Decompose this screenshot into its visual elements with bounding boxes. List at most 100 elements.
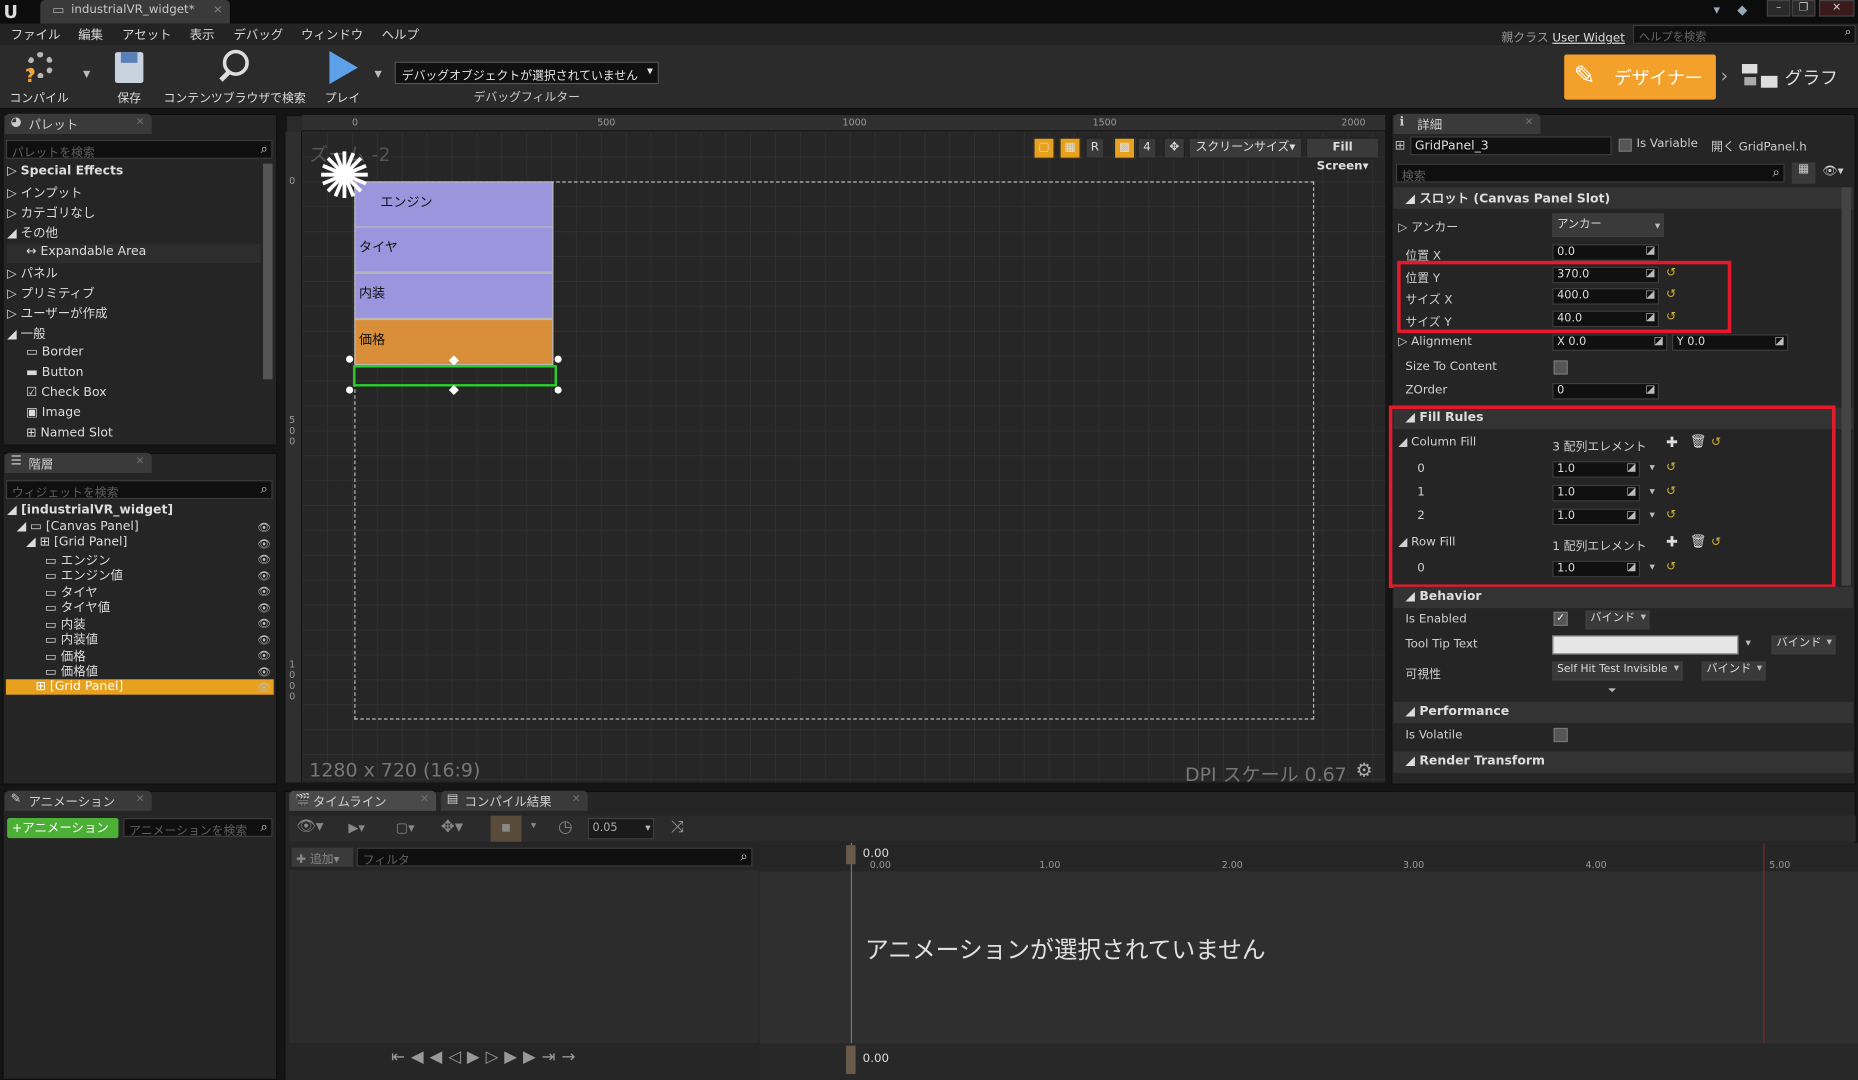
menu-file[interactable]: ファイル bbox=[11, 26, 61, 44]
tooltip-input[interactable] bbox=[1552, 635, 1739, 655]
feedback-icon[interactable]: ◆ bbox=[1737, 2, 1747, 17]
save-button[interactable]: 保存 bbox=[107, 47, 152, 106]
camera-options-icon[interactable]: ▢▾ bbox=[396, 820, 415, 835]
palette-category-input[interactable]: ▷ インプット bbox=[7, 184, 82, 203]
palette-category-user-created[interactable]: ▷ ユーザーが作成 bbox=[7, 305, 107, 324]
snap-options-chevron-icon[interactable]: ▾ bbox=[531, 820, 536, 832]
palette-category-common[interactable]: ◢ 一般 bbox=[7, 325, 45, 344]
details-tab[interactable]: ℹ 詳細 × bbox=[1393, 113, 1541, 134]
resize-handle[interactable] bbox=[554, 355, 562, 363]
animation-search-input[interactable]: アニメーションを検索 ⌕ bbox=[123, 817, 273, 838]
time-step-select[interactable]: 0.05 ▾ bbox=[587, 817, 655, 840]
close-tab-icon[interactable]: × bbox=[136, 793, 145, 805]
menu-debug[interactable]: デバッグ bbox=[233, 26, 283, 44]
minimize-button[interactable]: – bbox=[1766, 0, 1791, 17]
graph-mode-button[interactable]: グラフ bbox=[1737, 55, 1856, 100]
size-to-content-checkbox[interactable] bbox=[1553, 360, 1568, 375]
alignment-y-field[interactable]: Y 0.0 ◪ bbox=[1672, 334, 1789, 351]
view-options-eye-icon[interactable]: 👁▾ bbox=[1823, 165, 1844, 178]
render-transform-section-header[interactable]: ◢ Render Transform bbox=[1393, 751, 1854, 773]
designer-mode-button[interactable]: ✎ デザイナー bbox=[1564, 54, 1716, 100]
close-tab-icon[interactable]: × bbox=[136, 116, 145, 128]
dpi-settings-gear-icon[interactable]: ⚙ bbox=[1356, 759, 1373, 782]
transport-controls-icons[interactable]: ⇤◀◀◁▶▷▶▶⇥→ bbox=[391, 1048, 581, 1067]
grid-size-button[interactable]: 4 bbox=[1137, 137, 1157, 159]
track-filter-input[interactable]: フィルタ ⌕ bbox=[356, 847, 753, 868]
widget-search-input[interactable]: ウィジェットを検索 ⌕ bbox=[5, 480, 273, 500]
palette-search-input[interactable]: パレットを検索 ⌕ bbox=[5, 139, 273, 160]
menu-view[interactable]: 表示 bbox=[190, 26, 215, 44]
menu-window[interactable]: ウィンドウ bbox=[301, 26, 363, 44]
position-x-field[interactable]: 0.0 ◪ bbox=[1552, 244, 1659, 261]
close-tab-icon[interactable]: × bbox=[1524, 116, 1533, 128]
grid-cell-engine[interactable]: エンジン bbox=[354, 181, 554, 228]
compile-button[interactable]: ? コンパイル bbox=[7, 47, 71, 106]
animation-tab[interactable]: ✎ アニメーション × bbox=[4, 790, 152, 811]
palette-item-named-slot[interactable]: ⊞ Named Slot bbox=[7, 426, 113, 445]
close-tab-icon[interactable]: × bbox=[213, 4, 223, 17]
notification-icon[interactable]: ▾ bbox=[1714, 2, 1721, 17]
hierarchy-grid-panel-selected[interactable]: ⊞ [Grid Panel] bbox=[5, 679, 274, 695]
screen-size-select[interactable]: スクリーンサイズ▾ bbox=[1188, 137, 1303, 159]
palette-category-panel[interactable]: ▷ パネル bbox=[7, 264, 58, 283]
document-tab[interactable]: ▭ industrialVR_widget* × bbox=[40, 0, 230, 24]
grid-cell-tire[interactable]: タイヤ bbox=[354, 226, 554, 273]
alignment-x-field[interactable]: X 0.0 ◪ bbox=[1552, 334, 1668, 351]
auto-key-button[interactable]: ◼ bbox=[490, 815, 522, 842]
menu-edit[interactable]: 編集 bbox=[78, 26, 103, 44]
curve-editor-icon[interactable]: ⤨ bbox=[671, 818, 684, 837]
palette-category-special-effects[interactable]: ▷ Special Effects bbox=[7, 164, 123, 183]
is-enabled-checkbox[interactable]: ✓ bbox=[1553, 611, 1568, 626]
performance-section-header[interactable]: ◢ Performance bbox=[1393, 701, 1854, 724]
timeline-tab[interactable]: 🎬 タイムライン × bbox=[289, 790, 437, 811]
palette-item-button[interactable]: ▬ Button bbox=[7, 365, 83, 384]
details-scrollbar[interactable] bbox=[1841, 187, 1851, 586]
anchor-select[interactable]: アンカー ▾ bbox=[1552, 213, 1664, 238]
zorder-field[interactable]: 0 ◪ bbox=[1552, 382, 1659, 400]
fill-screen-select[interactable]: Fill Screen▾ bbox=[1305, 137, 1380, 173]
visibility-bind-button[interactable]: バインド ▾ bbox=[1701, 661, 1766, 681]
add-animation-button[interactable]: +アニメーション bbox=[7, 817, 119, 839]
visibility-select[interactable]: Self Hit Test Invisible ▾ bbox=[1552, 661, 1683, 681]
palette-item-check-box[interactable]: ☑ Check Box bbox=[7, 385, 106, 404]
close-tab-icon[interactable]: × bbox=[420, 793, 429, 805]
palette-item-border[interactable]: ▭ Border bbox=[7, 345, 83, 364]
hierarchy-tab[interactable]: ☰ 階層 × bbox=[4, 452, 152, 474]
open-header-link[interactable]: 開く GridPanel.h bbox=[1711, 136, 1807, 154]
selected-grid-panel-outline[interactable] bbox=[353, 365, 557, 387]
widget-name-input[interactable]: GridPanel_3 bbox=[1410, 136, 1612, 156]
show-advanced-chevron-icon[interactable]: ⏷ bbox=[1608, 685, 1617, 697]
grid-cell-interior[interactable]: 内装 bbox=[354, 272, 554, 319]
bottom-playhead-handle[interactable] bbox=[846, 1045, 856, 1075]
menu-asset[interactable]: アセット bbox=[122, 26, 172, 44]
grid-snap-button[interactable]: ▩ bbox=[1113, 137, 1136, 159]
view-eye-icon[interactable]: 👁▾ bbox=[296, 818, 323, 836]
close-window-button[interactable]: ✕ bbox=[1818, 0, 1855, 17]
transform-mode-button[interactable]: ✥ bbox=[1163, 137, 1185, 159]
palette-tab[interactable]: ◕ パレット × bbox=[4, 113, 152, 134]
transform-snap-icon[interactable]: ✥▾ bbox=[441, 818, 463, 837]
palette-item-image[interactable]: ▣ Image bbox=[7, 405, 81, 424]
palette-item-expandable-area[interactable]: ↔ Expandable Area bbox=[7, 244, 261, 264]
add-track-button[interactable]: ✚ 追加▾ bbox=[291, 847, 354, 867]
is-variable-checkbox[interactable] bbox=[1618, 138, 1632, 152]
compile-options-chevron-icon[interactable]: ▼ bbox=[83, 69, 90, 80]
behavior-section-header[interactable]: ◢ Behavior bbox=[1393, 586, 1854, 609]
close-tab-icon[interactable]: × bbox=[136, 455, 145, 467]
menu-help[interactable]: ヘルプ bbox=[382, 26, 419, 44]
timeline-ruler[interactable]: 0.00 1.00 2.00 3.00 4.00 5.00 bbox=[759, 842, 1858, 872]
visibility-eye-icons[interactable]: 👁 👁 👁 👁 👁 👁 👁 👁 👁 👁 👁 bbox=[257, 522, 271, 698]
tooltip-options-chevron-icon[interactable]: ▾ bbox=[1746, 638, 1751, 650]
tooltip-bind-button[interactable]: バインド ▾ bbox=[1771, 635, 1836, 655]
snap-toggle-button[interactable]: ▦ bbox=[1059, 137, 1081, 159]
close-tab-icon[interactable]: × bbox=[572, 793, 581, 805]
anchor-flower-icon[interactable]: ✺ bbox=[318, 144, 372, 209]
resize-handle[interactable] bbox=[554, 386, 562, 394]
is-enabled-bind-button[interactable]: バインド ▾ bbox=[1585, 610, 1650, 630]
resize-handle[interactable] bbox=[346, 355, 354, 363]
help-search-input[interactable]: ヘルプを検索 ⌕ bbox=[1632, 24, 1856, 44]
parent-class-link[interactable]: User Widget bbox=[1552, 32, 1625, 45]
time-snap-clock-icon[interactable]: ◷ bbox=[558, 818, 572, 837]
resize-handle[interactable] bbox=[346, 386, 354, 394]
play-button[interactable]: プレイ bbox=[320, 47, 365, 106]
